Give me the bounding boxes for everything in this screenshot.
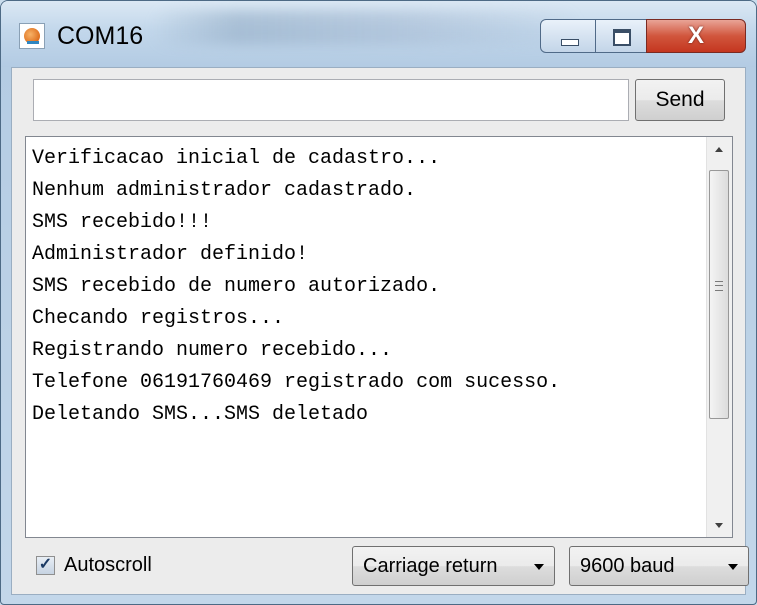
scrollbar-grip-icon [715,281,723,291]
scrollbar-thumb[interactable] [709,170,729,419]
autoscroll-label: Autoscroll [64,554,152,576]
serial-line: Nenhum administrador cadastrado. [32,179,417,202]
close-button[interactable]: X [646,19,746,53]
line-ending-value: Carriage return [363,555,498,577]
serial-line: SMS recebido de numero autorizado. [32,275,441,298]
serial-line: Administrador definido! [32,243,309,266]
serial-line: Verificacao inicial de cadastro... [32,147,441,170]
vertical-scrollbar[interactable] [706,137,732,537]
serial-output[interactable]: Verificacao inicial de cadastro... Nenhum… [25,136,733,538]
chevron-down-icon [534,564,544,570]
maximize-button[interactable] [595,19,647,53]
window-title: COM16 [57,22,144,50]
scroll-down-arrow-icon[interactable] [707,512,732,537]
serial-line: Telefone 06191760469 registrado com suce… [32,371,561,394]
autoscroll-checkbox[interactable]: ✓ [36,556,55,575]
minimize-button[interactable] [540,19,596,53]
chevron-down-icon [728,564,738,570]
baud-rate-value: 9600 baud [580,555,675,577]
send-button[interactable]: Send [635,79,725,121]
baud-rate-select[interactable]: 9600 baud [569,546,749,586]
serial-output-text: Verificacao inicial de cadastro... Nenhum… [32,143,560,431]
line-ending-select[interactable]: Carriage return [352,546,555,586]
serial-monitor-window: COM16 X Send Verificacao inicial de cada… [0,0,757,605]
serial-line: SMS recebido!!! [32,211,213,234]
checkmark-icon: ✓ [38,556,53,573]
java-app-icon[interactable] [19,23,45,49]
serial-line: Deletando SMS...SMS deletado [32,403,369,426]
caption-buttons: X [540,19,750,55]
close-icon: X [687,22,704,49]
send-input[interactable] [33,79,629,121]
serial-line: Checando registros... [32,307,285,330]
scroll-up-arrow-icon[interactable] [707,137,732,162]
title-bar[interactable]: COM16 X [1,1,756,67]
background-window-blur [151,11,581,45]
serial-line: Registrando numero recebido... [32,339,393,362]
client-area: Send Verificacao inicial de cadastro... N… [11,67,749,595]
